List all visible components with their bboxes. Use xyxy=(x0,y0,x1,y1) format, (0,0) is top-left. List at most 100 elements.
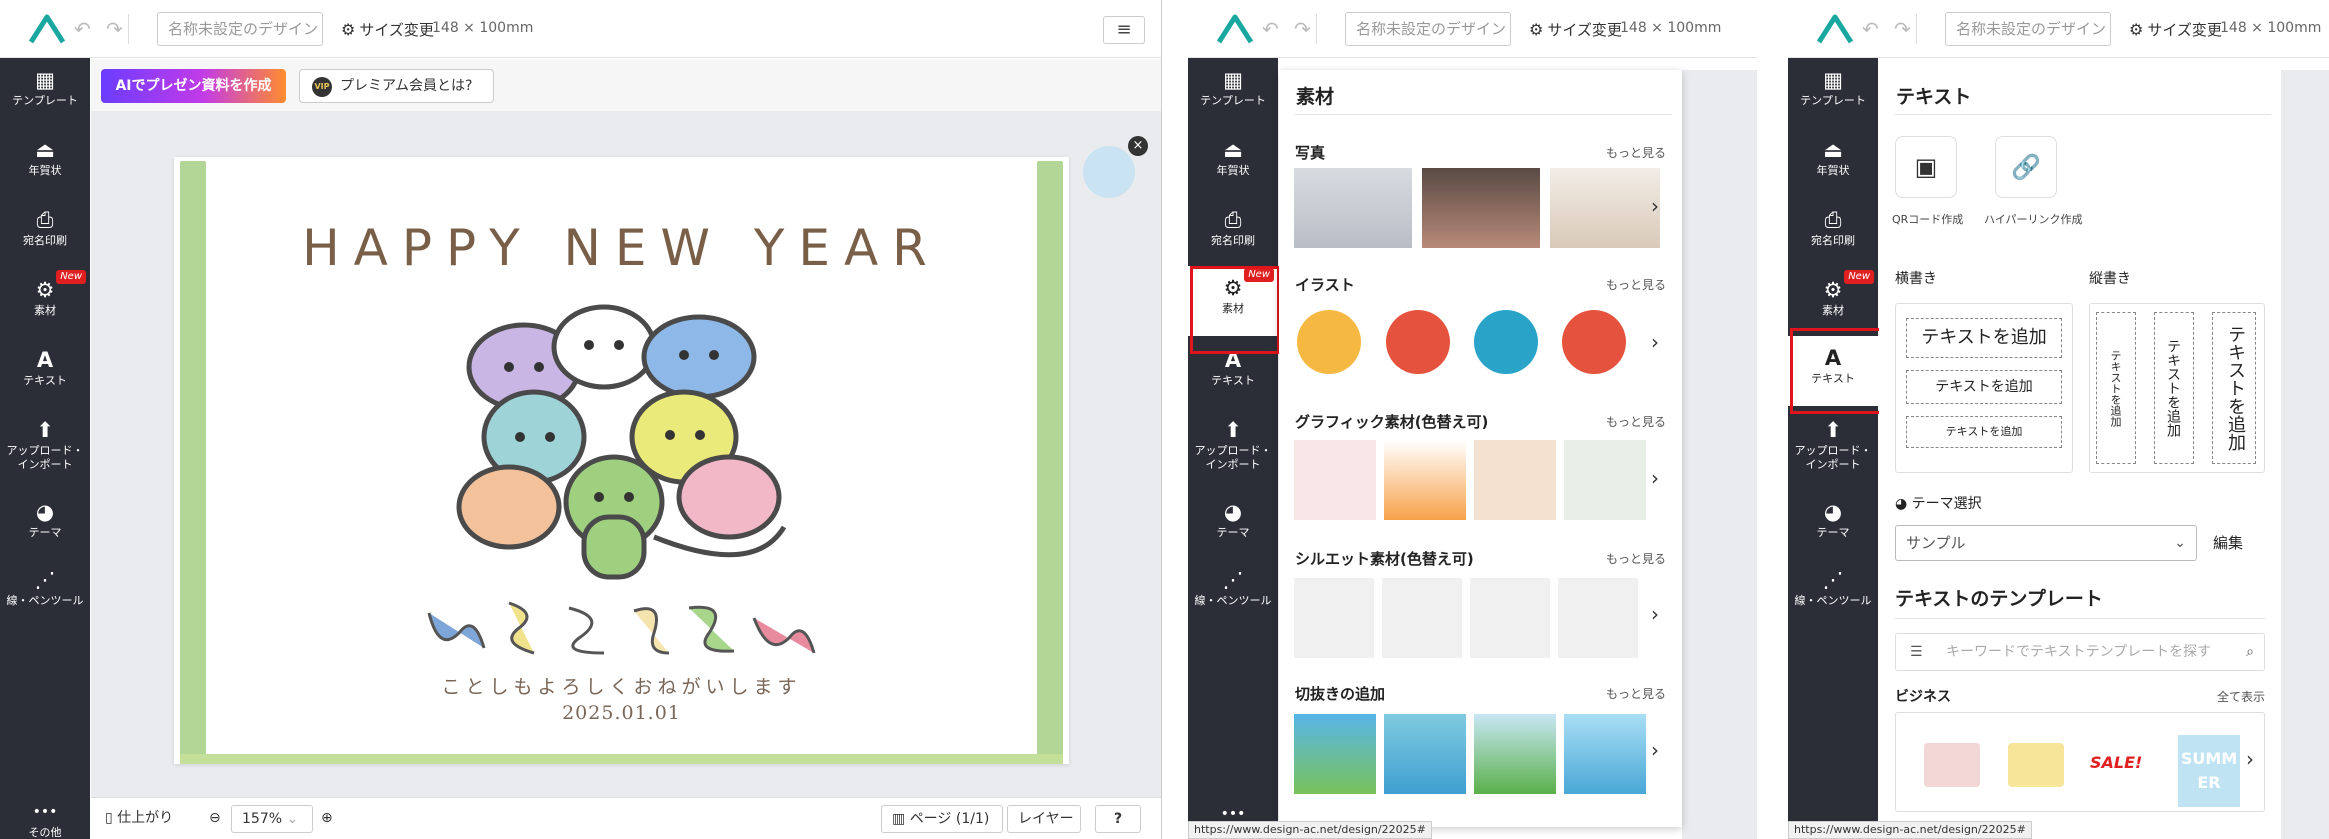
add-vertical-heading-text-button[interactable]: テキストを追加 xyxy=(2212,312,2256,464)
ai-presentation-button[interactable]: AIでプレゼン資料を作成 xyxy=(101,69,286,103)
sidebar-item-pen-tool[interactable]: ⋰ 線・ペンツール xyxy=(1188,558,1278,624)
premium-info-button[interactable]: VIP プレミアム会員とは? xyxy=(299,69,494,103)
photos-more-link[interactable]: もっと見る xyxy=(1606,144,1666,161)
sidebar-item-materials[interactable]: New ⚙ 素材 xyxy=(0,268,90,334)
sidebar-item-template[interactable]: ▦ テンプレート xyxy=(1188,58,1278,124)
chevron-right-icon[interactable]: › xyxy=(2246,747,2254,771)
cutouts-more-link[interactable]: もっと見る xyxy=(1606,685,1666,702)
design-title-input[interactable]: 名称未設定のデザイン xyxy=(157,12,323,46)
sidebar-item-theme[interactable]: ◕ テーマ xyxy=(0,490,90,556)
page-button[interactable]: ▥ ページ (1/1) xyxy=(881,805,1003,833)
sidebar-item-more[interactable]: ••• その他 xyxy=(0,786,90,839)
card-greeting[interactable]: ことしもよろしくおねがいします xyxy=(174,672,1069,699)
cutout-thumb[interactable] xyxy=(1384,714,1466,794)
sidebar-item-nengajo[interactable]: ⏏ 年賀状 xyxy=(1188,128,1278,194)
redo-icon[interactable]: ↷ xyxy=(1894,17,1911,41)
undo-icon[interactable]: ↶ xyxy=(1262,17,1279,41)
redo-icon[interactable]: ↷ xyxy=(106,17,123,41)
illustrations-more-link[interactable]: もっと見る xyxy=(1606,276,1666,293)
sidebar-item-nengajo[interactable]: ⏏ 年賀状 xyxy=(0,128,90,194)
chevron-right-icon[interactable]: › xyxy=(1651,738,1659,762)
graphic-thumb[interactable] xyxy=(1294,440,1376,520)
cutout-thumb[interactable] xyxy=(1564,714,1646,794)
app-logo[interactable] xyxy=(1815,12,1855,46)
sidebar-item-text[interactable]: A テキスト xyxy=(0,338,90,404)
card-headline[interactable]: HAPPY NEW YEAR xyxy=(174,219,1069,277)
sidebar-item-theme[interactable]: ◕ テーマ xyxy=(1188,490,1278,556)
qr-code-button[interactable]: ▣ xyxy=(1895,136,1957,198)
graphics-more-link[interactable]: もっと見る xyxy=(1606,413,1666,430)
chevron-right-icon[interactable]: › xyxy=(1651,194,1659,218)
search-icon[interactable]: ⌕ xyxy=(2246,634,2254,670)
illustration-thumb[interactable] xyxy=(1474,310,1538,374)
sidebar-item-address-print[interactable]: ⎙ 宛名印刷 xyxy=(1788,198,1878,264)
add-body-text-button[interactable]: テキストを追加 xyxy=(1906,416,2062,448)
card-date[interactable]: 2025.01.01 xyxy=(174,702,1069,724)
sidebar-item-materials[interactable]: New ⚙ 素材 xyxy=(1788,268,1878,334)
template-search-input[interactable]: ☰ キーワードでテキストテンプレートを探す ⌕ xyxy=(1895,633,2265,671)
template-sale[interactable]: SALE! xyxy=(2090,753,2142,772)
filter-icon[interactable]: ☰ xyxy=(1910,634,1923,670)
graphic-thumb[interactable] xyxy=(1384,440,1466,520)
undo-icon[interactable]: ↶ xyxy=(1862,17,1879,41)
snake-family-illustration[interactable] xyxy=(454,297,794,587)
show-all-link[interactable]: 全て表示 xyxy=(2217,688,2265,705)
add-subheading-text-button[interactable]: テキストを追加 xyxy=(1906,370,2062,404)
redo-icon[interactable]: ↷ xyxy=(1294,17,1311,41)
template-thumb[interactable] xyxy=(1924,743,1980,787)
chevron-right-icon[interactable]: › xyxy=(1651,330,1659,354)
graphic-thumb[interactable] xyxy=(1564,440,1646,520)
resize-button[interactable]: ⚙ サイズ変更 xyxy=(1529,19,1622,40)
silhouette-thumb[interactable] xyxy=(1470,578,1550,658)
sidebar-item-pen-tool[interactable]: ⋰ 線・ペンツール xyxy=(1788,558,1878,624)
app-logo[interactable] xyxy=(27,12,67,46)
new-year-card-canvas[interactable]: HAPPY NEW YEAR ことしもよろしくおねがいします 2025.01.0… xyxy=(174,157,1069,764)
theme-select[interactable]: サンプル ⌄ xyxy=(1895,525,2197,561)
silhouette-thumb[interactable] xyxy=(1382,578,1462,658)
sidebar-item-upload[interactable]: ⬆ アップロード・ インポート xyxy=(0,408,90,480)
sidebar-item-theme[interactable]: ◕ テーマ xyxy=(1788,490,1878,556)
illustration-thumb[interactable] xyxy=(1386,310,1450,374)
sidebar-item-upload[interactable]: ⬆ アップロード・ インポート xyxy=(1788,408,1878,480)
silhouette-thumb[interactable] xyxy=(1558,578,1638,658)
template-thumb[interactable] xyxy=(2008,743,2064,787)
mascot-bear-sticker[interactable] xyxy=(1083,146,1135,198)
silhouette-thumb[interactable] xyxy=(1294,578,1374,658)
illustration-thumb[interactable] xyxy=(1297,310,1361,374)
chevron-right-icon[interactable]: › xyxy=(1651,602,1659,626)
undo-icon[interactable]: ↶ xyxy=(74,17,91,41)
sidebar-item-address-print[interactable]: ⎙ 宛名印刷 xyxy=(1188,198,1278,264)
app-logo[interactable] xyxy=(1215,12,1255,46)
zoom-in-icon[interactable]: ⊕ xyxy=(321,807,333,829)
layer-button[interactable]: レイヤー xyxy=(1007,805,1081,833)
resize-button[interactable]: ⚙ サイズ変更 xyxy=(2129,19,2222,40)
close-icon[interactable]: × xyxy=(1128,136,1148,156)
add-vertical-subheading-text-button[interactable]: テキストを追加 xyxy=(2154,312,2194,464)
hyperlink-button[interactable]: 🔗 xyxy=(1995,136,2057,198)
sidebar-item-template[interactable]: ▦ テンプレート xyxy=(1788,58,1878,124)
help-button[interactable]: ? xyxy=(1095,805,1141,833)
photo-thumb[interactable] xyxy=(1294,168,1412,248)
photo-thumb[interactable] xyxy=(1422,168,1540,248)
resize-button[interactable]: ⚙ サイズ変更 xyxy=(341,19,434,40)
template-summer[interactable]: SUMMER xyxy=(2178,735,2240,807)
photo-thumb[interactable] xyxy=(1550,168,1660,248)
menu-button[interactable]: ≡ xyxy=(1103,16,1145,44)
zoom-out-icon[interactable]: ⊖ xyxy=(209,807,221,829)
graphic-thumb[interactable] xyxy=(1474,440,1556,520)
sidebar-item-address-print[interactable]: ⎙ 宛名印刷 xyxy=(0,198,90,264)
design-title-input[interactable]: 名称未設定のデザイン xyxy=(1345,12,1511,46)
theme-edit-link[interactable]: 編集 xyxy=(2213,532,2243,553)
add-heading-text-button[interactable]: テキストを追加 xyxy=(1906,318,2062,358)
silhouettes-more-link[interactable]: もっと見る xyxy=(1606,550,1666,567)
sidebar-item-pen-tool[interactable]: ⋰ 線・ペンツール xyxy=(0,558,90,624)
sidebar-item-nengajo[interactable]: ⏏ 年賀状 xyxy=(1788,128,1878,194)
design-title-input[interactable]: 名称未設定のデザイン xyxy=(1945,12,2111,46)
add-vertical-body-text-button[interactable]: テキストを追加 xyxy=(2096,312,2136,464)
zoom-select[interactable]: 157% ⌄ xyxy=(231,805,313,833)
sidebar-item-upload[interactable]: ⬆ アップロード・ インポート xyxy=(1188,408,1278,480)
sidebar-item-template[interactable]: ▦ テンプレート xyxy=(0,58,90,124)
illustration-thumb[interactable] xyxy=(1562,310,1626,374)
cutout-thumb[interactable] xyxy=(1474,714,1556,794)
chevron-right-icon[interactable]: › xyxy=(1651,466,1659,490)
